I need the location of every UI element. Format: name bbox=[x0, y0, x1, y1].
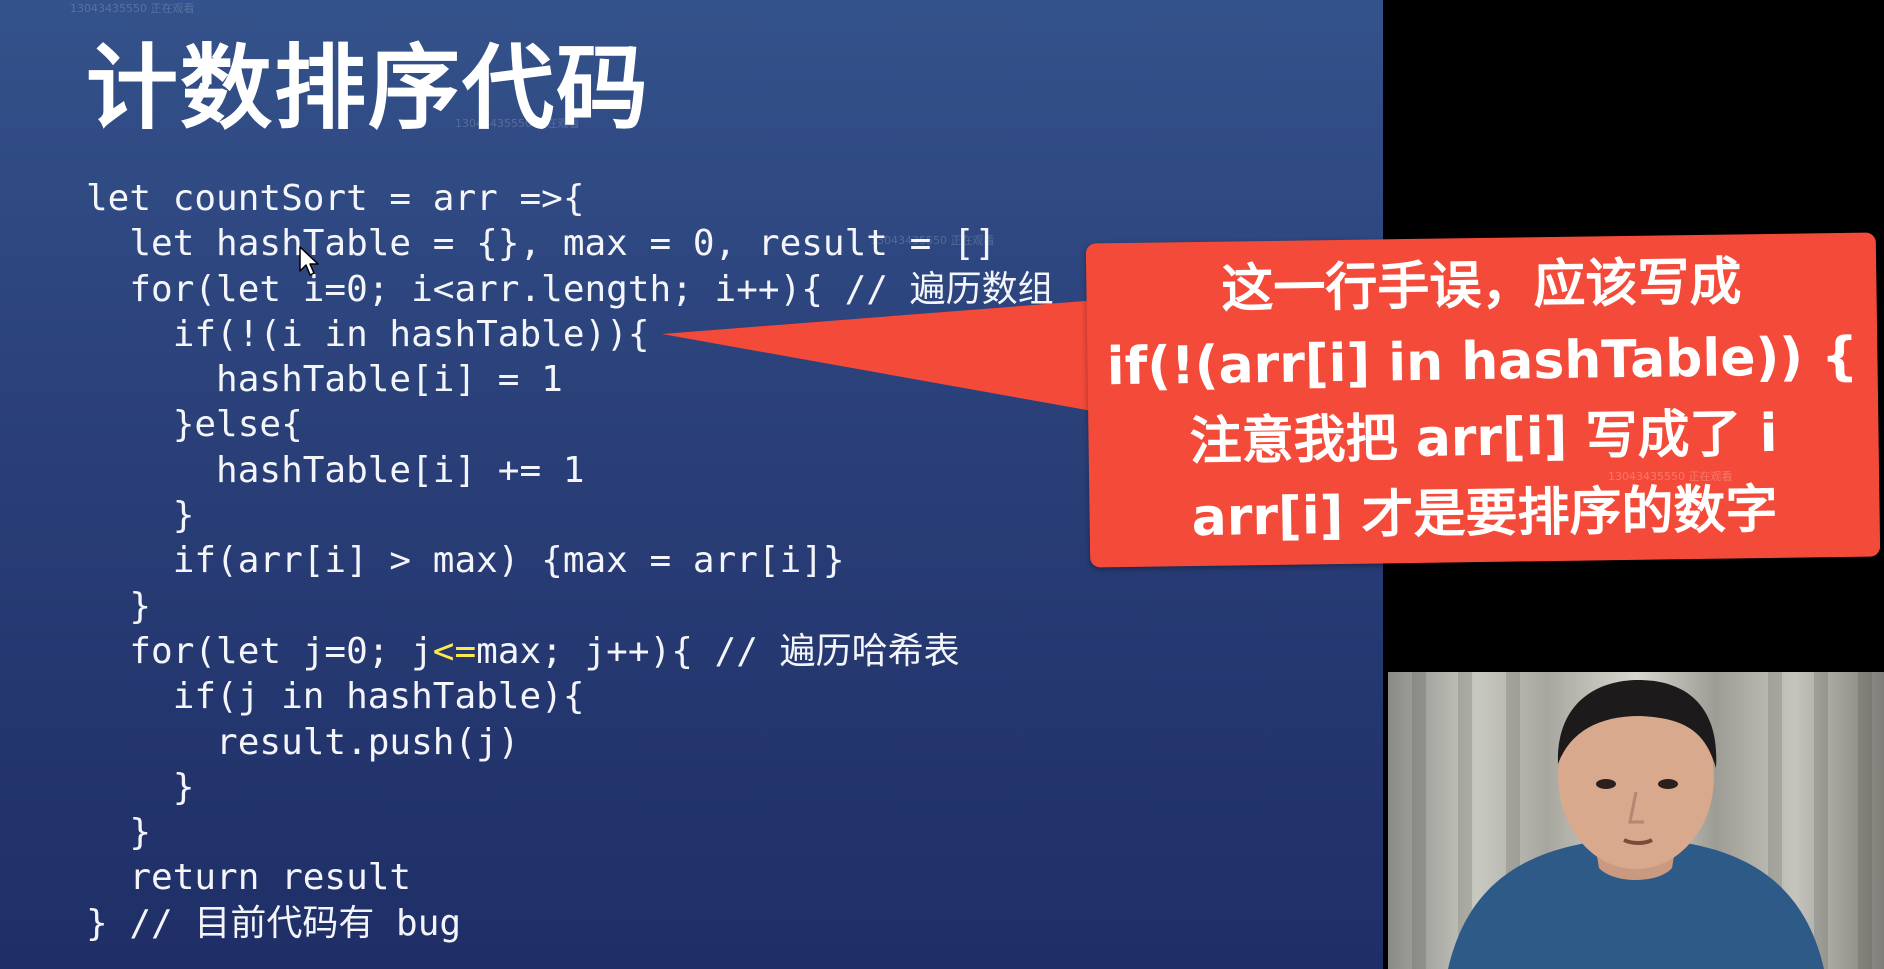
mouse-cursor-icon bbox=[299, 246, 319, 276]
code-line: for(let i=0; i<arr.length; i++){ // 遍历数组 bbox=[86, 268, 1054, 310]
code-line: if(j in hashTable){ bbox=[86, 676, 585, 718]
code-line: } bbox=[86, 585, 152, 627]
code-highlight: <= bbox=[432, 630, 477, 672]
code-block: let countSort = arr =>{ let hashTable = … bbox=[86, 176, 1054, 946]
code-line: hashTable[i] += 1 bbox=[86, 449, 585, 491]
callout-line: if(!(arr[i] in hashTable)) { bbox=[1106, 326, 1859, 398]
code-line: } bbox=[86, 766, 195, 808]
error-callout: 这一行手误，应该写成 if(!(arr[i] in hashTable)) { … bbox=[1085, 232, 1881, 568]
code-line: }else{ bbox=[86, 404, 303, 446]
code-line: } bbox=[86, 812, 152, 854]
presenter-avatar bbox=[1448, 680, 1824, 969]
slide-title: 计数排序代码 bbox=[86, 35, 651, 142]
code-line: } // 目前代码有 bug bbox=[86, 902, 462, 944]
webcam-overlay bbox=[1388, 672, 1884, 969]
viewer-watermark: 13043435550 正在观看 bbox=[1608, 470, 1733, 483]
code-line: if(!(i in hashTable)){ bbox=[86, 313, 650, 355]
code-line: if(arr[i] > max) {max = arr[i]} bbox=[86, 540, 845, 582]
code-line: let hashTable = {}, max = 0, result = [] bbox=[86, 223, 997, 265]
callout-line: arr[i] 才是要排序的数字 bbox=[1191, 479, 1778, 549]
viewer-watermark: 13043435550 正在观看 bbox=[70, 2, 195, 15]
code-line: for(let j=0; j<=max; j++){ // 遍历哈希表 bbox=[86, 630, 960, 672]
callout-line: 这一行手误，应该写成 bbox=[1220, 252, 1742, 320]
code-line: hashTable[i] = 1 bbox=[86, 359, 563, 401]
code-line: let countSort = arr =>{ bbox=[86, 178, 585, 219]
code-line: return result bbox=[86, 857, 412, 899]
code-line: result.push(j) bbox=[86, 721, 520, 763]
code-line: } bbox=[86, 495, 195, 537]
video-frame: 13043435550 正在观看 13043435550 正在观看 130434… bbox=[0, 0, 1884, 969]
